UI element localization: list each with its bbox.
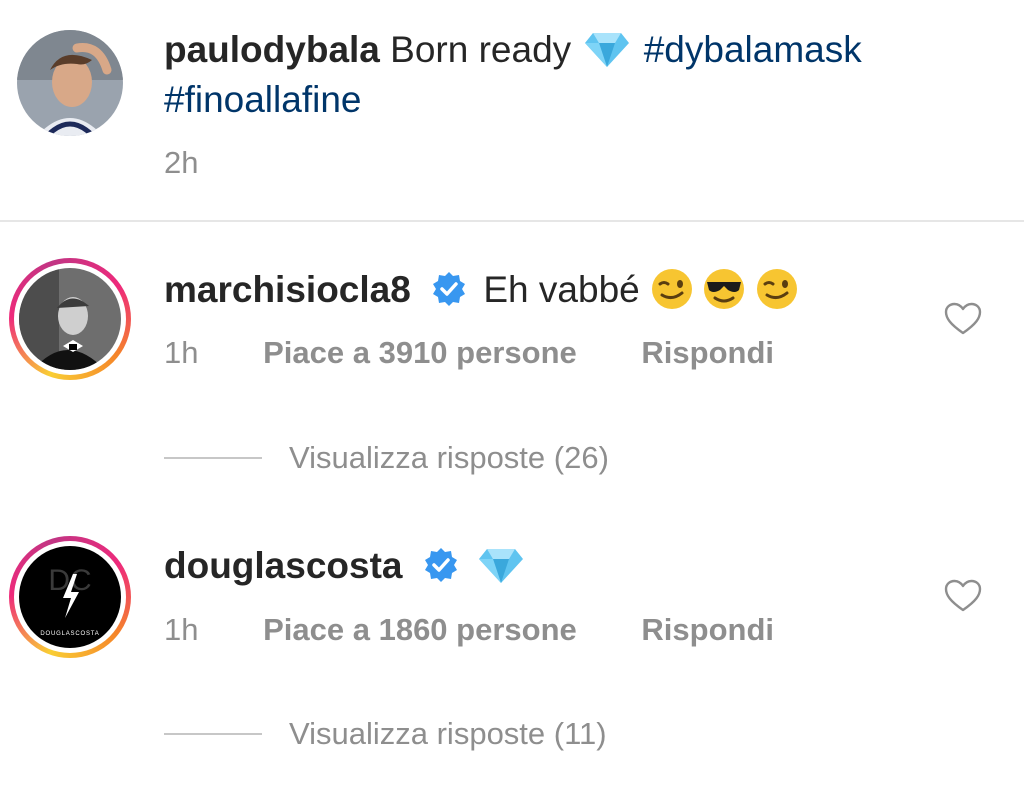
comment-timestamp: 1h — [164, 335, 199, 370]
comment-username[interactable]: douglascosta — [164, 545, 403, 586]
heart-outline-icon[interactable] — [944, 302, 982, 336]
post-caption: paulodybala Born ready #dybalamask — [164, 24, 862, 76]
smiling-face-with-sunglasses-emoji — [704, 269, 745, 310]
section-divider — [0, 220, 1024, 222]
post-author-avatar[interactable] — [17, 30, 123, 136]
reply-button[interactable]: Rispondi — [641, 612, 774, 647]
replies-divider-line — [164, 733, 262, 735]
comment-meta: 1h Piace a 1860 persone Rispondi — [164, 612, 774, 648]
gem-stone-emoji — [479, 549, 524, 584]
view-replies-link[interactable]: Visualizza risposte (11) — [289, 716, 607, 752]
comment-avatar[interactable] — [9, 258, 131, 380]
gem-stone-emoji — [585, 33, 630, 68]
verified-badge-icon — [424, 548, 457, 583]
winking-face-emoji — [652, 269, 693, 310]
heart-outline-icon[interactable] — [944, 579, 982, 613]
comment-body: douglascosta — [164, 540, 527, 592]
post-timestamp: 2h — [164, 145, 199, 180]
view-replies-link[interactable]: Visualizza risposte (26) — [289, 440, 609, 476]
winking-face-emoji — [756, 269, 797, 310]
hashtag-link[interactable]: #dybalamask — [644, 29, 862, 70]
post-caption-text: Born ready — [390, 29, 572, 70]
comment-body: marchisiocla8 Eh vabbé — [164, 264, 797, 317]
hashtag-link[interactable]: #finoallafine — [164, 79, 361, 120]
replies-divider-line — [164, 457, 262, 459]
comment-meta: 1h Piace a 3910 persone Rispondi — [164, 335, 774, 371]
avatar-logo-text: DOUGLASCOSTA — [40, 631, 99, 637]
comment-avatar[interactable]: DC DOUGLASCOSTA — [9, 536, 131, 658]
comment-username[interactable]: marchisiocla8 — [164, 269, 411, 310]
comment-likes-count[interactable]: Piace a 3910 persone — [263, 335, 577, 370]
comment-text: Eh vabbé — [483, 269, 640, 310]
comment-likes-count[interactable]: Piace a 1860 persone — [263, 612, 577, 647]
reply-button[interactable]: Rispondi — [641, 335, 774, 370]
verified-badge-icon — [433, 272, 466, 307]
post-author-username[interactable]: paulodybala — [164, 29, 380, 70]
comment-timestamp: 1h — [164, 612, 199, 647]
